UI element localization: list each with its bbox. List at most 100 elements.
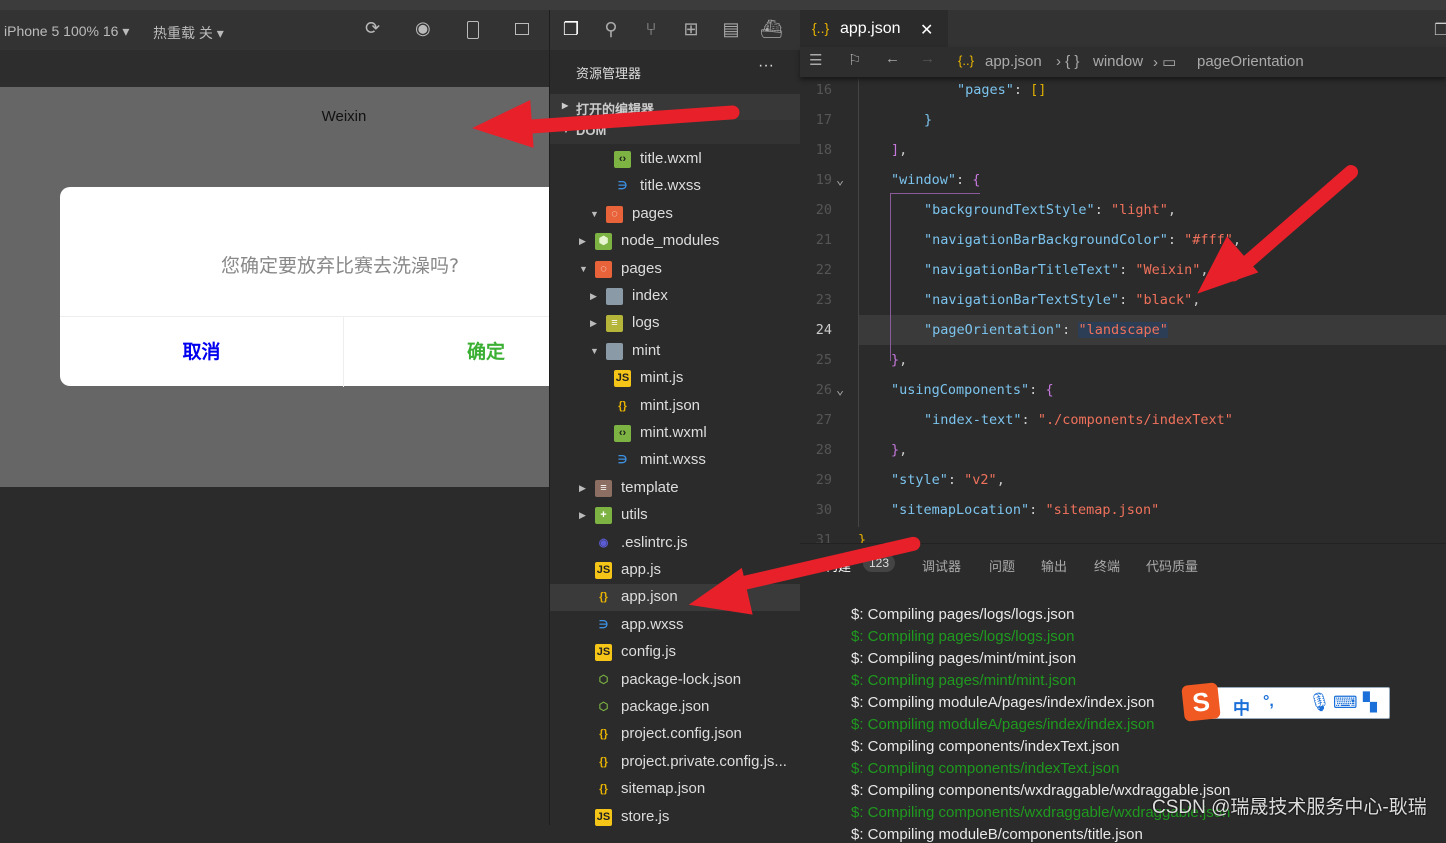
line-number: 21 bbox=[815, 232, 832, 248]
tree-item[interactable]: ▶ index bbox=[550, 283, 801, 310]
panel-tab[interactable]: 代码质量 bbox=[1146, 556, 1198, 575]
code-token: } bbox=[858, 532, 867, 543]
panel-tab[interactable]: 问题 bbox=[989, 556, 1015, 575]
refresh-icon[interactable]: ⟳ bbox=[365, 18, 380, 39]
dialog-message: 您确定要放弃比赛去洗澡吗? bbox=[220, 255, 460, 277]
tree-item-label: title.wxss bbox=[640, 177, 701, 195]
tree-item[interactable]: {} project.private.config.js... bbox=[550, 749, 801, 776]
tree-item[interactable]: ▶ ⬢ node_modules bbox=[550, 228, 801, 255]
chevron-down-icon[interactable]: ▼ bbox=[579, 264, 588, 274]
tree-item[interactable]: {} app.json bbox=[550, 584, 801, 612]
tree-item-label: node_modules bbox=[621, 232, 720, 250]
chevron-right-icon[interactable]: ▶ bbox=[579, 510, 586, 521]
tree-item[interactable]: ◉ .eslintrc.js bbox=[550, 530, 801, 557]
tree-item[interactable]: ∋ title.wxss bbox=[550, 173, 801, 200]
sogou-logo-icon[interactable]: S bbox=[1181, 682, 1221, 722]
confirm-button[interactable]: 确定 bbox=[344, 317, 549, 387]
code-line[interactable]: 30 "sitemapLocation": "sitemap.json" bbox=[800, 495, 1446, 525]
code-line[interactable]: 17} bbox=[800, 105, 1446, 135]
docker-icon[interactable]: ⛴ bbox=[760, 19, 783, 41]
search-icon[interactable]: ⚲ bbox=[600, 19, 622, 41]
tree-item[interactable]: ▼ ◌ pages bbox=[550, 201, 801, 228]
tree-item[interactable]: ‹› title.wxml bbox=[550, 146, 801, 173]
breadcrumb-pageorientation[interactable]: pageOrientation bbox=[1197, 53, 1304, 70]
fold-chevron-icon[interactable]: ⌄ bbox=[836, 165, 844, 195]
code-content: "index-text": "./components/indexText" bbox=[924, 405, 1233, 435]
code-line[interactable]: 26 ⌄ "usingComponents": { bbox=[800, 375, 1446, 405]
tree-item[interactable]: {} project.config.json bbox=[550, 721, 801, 748]
code-line[interactable]: 16 "pages": [] bbox=[800, 77, 1446, 105]
line-number: 20 bbox=[815, 202, 832, 218]
tab-app-json[interactable]: {..} app.json ✕ bbox=[800, 10, 948, 47]
chevron-down-icon[interactable]: ▼ bbox=[590, 209, 599, 219]
back-icon[interactable]: ← bbox=[885, 50, 900, 67]
code-token: } bbox=[924, 112, 933, 128]
chevron-right-icon[interactable]: ▶ bbox=[579, 236, 586, 247]
apps-icon[interactable]: ▚ bbox=[1363, 692, 1377, 713]
chevron-right-icon[interactable]: ▶ bbox=[590, 291, 597, 302]
close-icon[interactable]: ✕ bbox=[920, 20, 933, 40]
code-line[interactable]: 29 "style": "v2", bbox=[800, 465, 1446, 495]
code-token: { bbox=[1045, 382, 1054, 398]
hot-reload-toggle[interactable]: 热重载 关 ▾ bbox=[153, 23, 224, 43]
split-editor-icon[interactable]: ❐ bbox=[1434, 20, 1446, 40]
code-line[interactable]: 27 "index-text": "./components/indexText" bbox=[800, 405, 1446, 435]
chevron-right-icon[interactable]: ▶ bbox=[590, 318, 597, 329]
tree-item[interactable]: JS mint.js bbox=[550, 365, 801, 392]
chevron-down-icon[interactable]: ▼ bbox=[590, 346, 599, 356]
tree-item[interactable]: ▶ ≡ template bbox=[550, 475, 801, 502]
tree-item[interactable]: ▼ ◌ pages bbox=[550, 256, 801, 283]
code-token: : bbox=[1029, 382, 1046, 398]
more-actions-button[interactable]: ··· bbox=[758, 57, 774, 75]
tree-item[interactable]: ▶ ≡ logs bbox=[550, 310, 801, 337]
detach-window-icon[interactable] bbox=[515, 23, 529, 35]
folder-pages-icon: ◌ bbox=[606, 205, 623, 223]
bookmark-icon[interactable]: ⚐ bbox=[848, 51, 861, 69]
microphone-icon[interactable]: 🎙 bbox=[1308, 692, 1331, 713]
code-line[interactable]: 28}, bbox=[800, 435, 1446, 465]
tree-item-label: sitemap.json bbox=[621, 780, 706, 798]
tree-item[interactable]: ▶ + utils bbox=[550, 502, 801, 529]
ime-punctuation[interactable]: °, bbox=[1263, 693, 1274, 711]
panel-tab[interactable]: 调试器 bbox=[922, 556, 961, 575]
code-editor[interactable]: 16 "pages": [] 17} 18], 19 ⌄ "window": {20 "bac… bbox=[800, 77, 1446, 543]
tree-item[interactable]: ⬡ package.json bbox=[550, 694, 801, 721]
tree-item[interactable]: ∋ mint.wxss bbox=[550, 447, 801, 474]
extensions-icon[interactable]: ⊞ bbox=[680, 19, 702, 41]
code-line[interactable]: 18], bbox=[800, 135, 1446, 165]
source-control-icon[interactable]: ⑂ bbox=[640, 19, 662, 41]
tree-item-label: project.private.config.js... bbox=[621, 752, 787, 770]
forward-icon[interactable]: → bbox=[920, 50, 935, 67]
device-selector[interactable]: iPhone 5 100% 16 ▾ bbox=[4, 23, 129, 40]
tree-item[interactable]: {} sitemap.json bbox=[550, 776, 801, 803]
tree-item-label: package-lock.json bbox=[621, 670, 742, 688]
console-line: $: Compiling pages/logs/logs.json bbox=[851, 606, 1075, 623]
console-line: $: Compiling pages/mint/mint.json bbox=[851, 672, 1077, 689]
layout-icon[interactable]: ▤ bbox=[720, 19, 742, 41]
ime-mode[interactable]: 中 bbox=[1233, 694, 1250, 719]
folder-icon bbox=[606, 288, 623, 305]
tree-item[interactable]: ⬡ package-lock.json bbox=[550, 667, 801, 694]
tree-item[interactable]: ▼ mint bbox=[550, 338, 801, 365]
breadcrumb-window[interactable]: window bbox=[1093, 53, 1143, 70]
breadcrumb-file[interactable]: app.json bbox=[985, 53, 1042, 70]
tree-item[interactable]: JS store.js bbox=[550, 804, 801, 831]
outline-icon[interactable]: ☰ bbox=[809, 51, 822, 69]
keyboard-icon[interactable]: ⌨ bbox=[1333, 693, 1358, 713]
console-line: $: Compiling pages/logs/logs.json bbox=[851, 628, 1075, 645]
phone-icon[interactable] bbox=[467, 21, 479, 39]
tree-item-label: project.config.json bbox=[621, 725, 742, 743]
fold-chevron-icon[interactable]: ⌄ bbox=[836, 375, 844, 405]
folder-node-icon: ⬢ bbox=[595, 233, 612, 251]
tree-item[interactable]: JS config.js bbox=[550, 639, 801, 666]
cancel-button[interactable]: 取消 bbox=[60, 317, 344, 387]
tree-item[interactable]: {} mint.json bbox=[550, 393, 801, 420]
chevron-right-icon[interactable]: ▶ bbox=[579, 483, 586, 494]
files-icon[interactable]: ❐ bbox=[560, 19, 582, 41]
panel-tab[interactable]: 输出 bbox=[1041, 556, 1067, 575]
panel-tab[interactable]: 终端 bbox=[1094, 556, 1120, 575]
code-token: : bbox=[1029, 502, 1046, 518]
tree-item[interactable]: ‹› mint.wxml bbox=[550, 420, 801, 447]
tree-item[interactable]: ∋ app.wxss bbox=[550, 612, 801, 639]
stop-icon[interactable]: ◉ bbox=[415, 18, 431, 39]
